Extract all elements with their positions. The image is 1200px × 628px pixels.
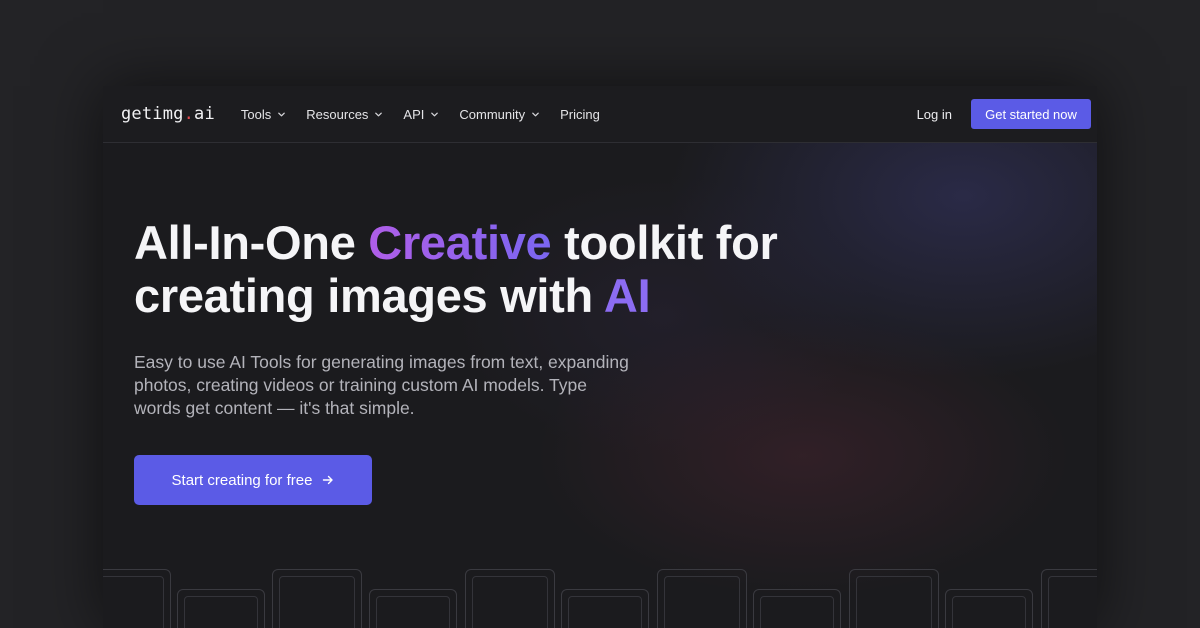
preview-frame: [177, 589, 265, 628]
nav-item-resources[interactable]: Resources: [306, 107, 383, 122]
preview-frame: [465, 569, 555, 628]
nav-item-community[interactable]: Community: [459, 107, 540, 122]
preview-frame: [103, 569, 171, 628]
hero-title-line2: creating images with: [134, 269, 604, 322]
login-link[interactable]: Log in: [917, 107, 952, 122]
nav-item-label: API: [403, 106, 425, 122]
chevron-down-icon: [532, 112, 539, 116]
chevron-down-icon: [375, 112, 383, 116]
start-creating-label: Start creating for free: [171, 471, 313, 489]
get-started-button[interactable]: Get started now: [971, 99, 1091, 129]
browser-window: getimg. ai Tools Resources API Community …: [103, 86, 1097, 628]
logo[interactable]: getimg. ai: [121, 104, 215, 124]
logo-prefix: getimg: [121, 104, 184, 124]
hero-title-ai: AI: [603, 269, 651, 322]
top-nav: getimg. ai Tools Resources API Community …: [103, 86, 1097, 143]
hero-title-part2: toolkit for: [551, 216, 778, 269]
preview-frame: [753, 589, 841, 628]
preview-frames: [103, 569, 1097, 628]
logo-suffix: ai: [194, 104, 215, 124]
logo-dot: .: [183, 104, 195, 124]
main-menu: Tools Resources API Community Pricing: [241, 107, 600, 122]
nav-item-pricing[interactable]: Pricing: [560, 107, 600, 122]
hero-title-part1: All-In-One: [134, 216, 369, 269]
nav-item-label: Pricing: [560, 106, 600, 122]
nav-item-label: Tools: [240, 106, 272, 122]
nav-item-label: Resources: [306, 106, 369, 122]
chevron-down-icon: [278, 112, 286, 116]
nav-item-api[interactable]: API: [403, 107, 439, 122]
preview-frame: [272, 569, 362, 628]
hero-subtitle: Easy to use AI Tools for generating imag…: [134, 352, 629, 418]
preview-frame: [1041, 569, 1097, 628]
nav-actions: Log in Get started now: [917, 99, 1091, 129]
preview-frame: [945, 589, 1033, 628]
chevron-down-icon: [431, 112, 439, 116]
nav-item-label: Community: [459, 106, 526, 122]
preview-frame: [561, 589, 649, 628]
hero-title-highlight: Creative: [368, 216, 552, 269]
preview-frame: [657, 569, 747, 628]
preview-frame: [369, 589, 457, 628]
arrow-right-icon: [323, 475, 334, 485]
hero-title: All-In-One Creative toolkit for creating …: [134, 216, 894, 322]
preview-frame: [849, 569, 939, 628]
start-creating-button[interactable]: Start creating for free: [134, 455, 372, 505]
nav-item-tools[interactable]: Tools: [241, 107, 286, 122]
